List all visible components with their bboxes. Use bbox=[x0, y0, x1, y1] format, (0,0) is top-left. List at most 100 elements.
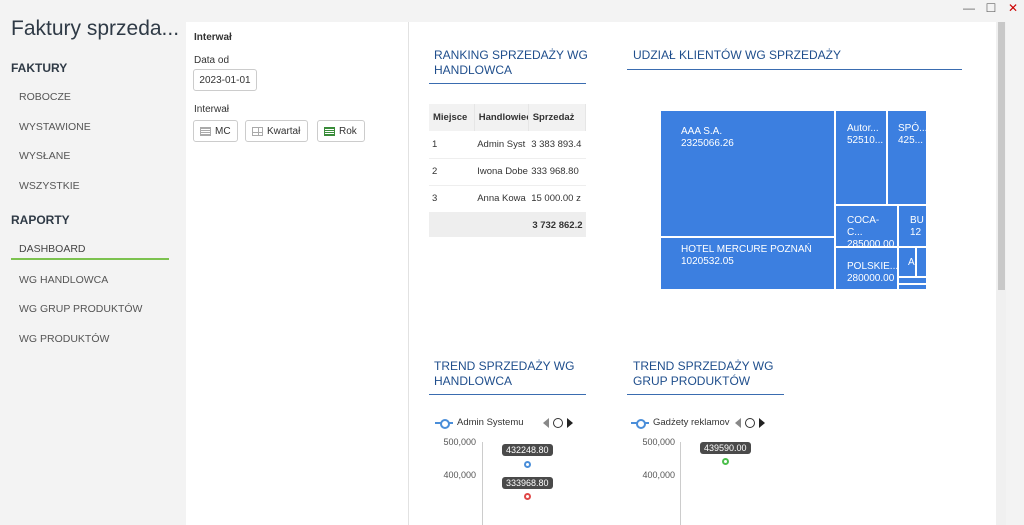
table-total-cell: 3 732 862.2 bbox=[429, 212, 586, 237]
y-tick-label: 400,000 bbox=[443, 470, 476, 480]
tile-name: AAA S.A. bbox=[681, 126, 723, 137]
chevron-right-icon[interactable] bbox=[759, 417, 765, 428]
y-tick-label: 400,000 bbox=[642, 470, 675, 480]
nav-item-dashboard[interactable]: DASHBOARD bbox=[11, 238, 169, 260]
treemap-tile[interactable]: Autor... 52510... bbox=[835, 110, 887, 205]
trend-handlowca-title-line1: TREND SPRZEDAŻY WG bbox=[434, 359, 575, 373]
treemap-tile[interactable]: A bbox=[898, 247, 916, 277]
ranking-title: RANKING SPRZEDAŻY WG HANDLOWCA bbox=[434, 48, 588, 78]
trend-handlowca-title: TREND SPRZEDAŻY WG HANDLOWCA bbox=[434, 359, 574, 389]
maximize-button[interactable]: ☐ bbox=[980, 0, 1002, 18]
treemap-tile-small[interactable] bbox=[898, 277, 927, 284]
ranking-title-rule bbox=[429, 83, 586, 84]
ranking-title-line1: RANKING SPRZEDAŻY WG bbox=[434, 48, 588, 62]
nav-item-wg-grup-produktow[interactable]: WG GRUP PRODUKTÓW bbox=[11, 298, 169, 320]
month-button[interactable]: MC bbox=[193, 120, 238, 142]
tile-name: POLSKIE... bbox=[847, 261, 898, 272]
table-total-row: 3 732 862.2 bbox=[429, 212, 586, 237]
data-point[interactable] bbox=[523, 493, 531, 501]
trend-grup-title-rule bbox=[627, 394, 784, 395]
quarter-icon bbox=[252, 126, 263, 136]
date-from-input[interactable]: 2023-01-01 bbox=[193, 69, 257, 91]
date-from-label: Data od bbox=[194, 55, 230, 66]
table-cell: 3 bbox=[429, 185, 475, 213]
series-marker-icon bbox=[435, 418, 453, 429]
raporty-section-header: RAPORTY bbox=[11, 213, 70, 227]
year-button[interactable]: Rok bbox=[317, 120, 365, 142]
tile-name: SPÓ... bbox=[898, 123, 927, 134]
nav-item-wyslane[interactable]: WYSŁANE bbox=[11, 145, 169, 167]
trend-grup-title-line1: TREND SPRZEDAŻY WG bbox=[633, 359, 774, 373]
trend-handlowca-title-rule bbox=[429, 394, 586, 395]
legend-series-label[interactable]: Admin Systemu bbox=[457, 417, 539, 428]
tile-name: Autor... bbox=[847, 123, 879, 134]
table-row[interactable]: 1 Admin Syst 3 383 893.4 bbox=[429, 131, 586, 159]
ranking-title-line2: HANDLOWCA bbox=[434, 63, 513, 77]
nav-item-wg-produktow[interactable]: WG PRODUKTÓW bbox=[11, 328, 169, 350]
table-cell: Admin Syst bbox=[474, 131, 529, 159]
tile-value: 52510... bbox=[847, 135, 884, 146]
table-header-row: Miejsce Handlowiec Sprzedaż bbox=[429, 104, 586, 131]
data-label: 432248.80 bbox=[502, 444, 553, 457]
window-controls: — ☐ ✕ bbox=[958, 0, 1024, 18]
quarter-button-label: Kwartał bbox=[267, 125, 301, 137]
data-label: 333968.80 bbox=[502, 476, 553, 489]
treemap-tile-small[interactable] bbox=[916, 247, 927, 277]
chevron-left-icon[interactable] bbox=[735, 417, 741, 428]
year-calendar-icon bbox=[324, 126, 335, 136]
trend-grup-legend: Gadżety reklamov bbox=[631, 417, 765, 429]
faktury-section-header: FAKTURY bbox=[11, 61, 68, 75]
tile-name: COCA-C... bbox=[847, 215, 880, 238]
vertical-scrollbar[interactable] bbox=[996, 22, 1006, 525]
clients-share-title-rule bbox=[627, 69, 962, 70]
column-header-sprzedaz[interactable]: Sprzedaż bbox=[528, 104, 586, 131]
tile-value: 12 bbox=[910, 227, 922, 238]
column-header-handlowiec[interactable]: Handlowiec bbox=[474, 104, 529, 131]
nav-item-wszystkie[interactable]: WSZYSTKIE bbox=[11, 175, 169, 197]
nav-item-wystawione[interactable]: WYSTAWIONE bbox=[11, 116, 169, 138]
window-edge bbox=[1006, 0, 1024, 525]
data-point[interactable] bbox=[523, 460, 531, 468]
scrollbar-thumb[interactable] bbox=[998, 22, 1005, 290]
tile-value: 2325066.26 bbox=[681, 138, 734, 149]
trend-handlowca-title-line2: HANDLOWCA bbox=[434, 374, 513, 388]
treemap-tile[interactable]: HOTEL MERCURE POZNAŃ 1020532.05 bbox=[660, 237, 835, 290]
sidebar: Faktury sprzeda... FAKTURY ROBOCZE WYSTA… bbox=[0, 0, 186, 525]
treemap-tile-small[interactable] bbox=[898, 284, 927, 290]
quarter-button[interactable]: Kwartał bbox=[245, 120, 308, 142]
interwal-label: Interwał bbox=[194, 104, 230, 115]
y-axis-line bbox=[482, 442, 483, 525]
nav-item-wg-handlowca[interactable]: WG HANDLOWCA bbox=[11, 269, 169, 291]
chevron-right-icon[interactable] bbox=[567, 417, 573, 428]
treemap-tile[interactable]: COCA-C... 285000.00 bbox=[835, 205, 898, 247]
nav-item-robocze[interactable]: ROBOCZE bbox=[11, 86, 169, 108]
close-button[interactable]: ✕ bbox=[1002, 0, 1024, 18]
treemap-tile[interactable]: SPÓ... 425... bbox=[887, 110, 927, 205]
trend-grup-title: TREND SPRZEDAŻY WG GRUP PRODUKTÓW bbox=[633, 359, 773, 389]
trend-handlowca-legend: Admin Systemu bbox=[435, 417, 573, 429]
clock-icon[interactable] bbox=[553, 417, 563, 428]
data-point[interactable] bbox=[721, 458, 729, 466]
tile-name: A bbox=[908, 257, 915, 268]
year-button-label: Rok bbox=[339, 125, 357, 137]
table-row[interactable]: 2 Iwona Dobe 333 968.80 bbox=[429, 158, 586, 186]
treemap-tile[interactable]: AAA S.A. 2325066.26 bbox=[660, 110, 835, 237]
table-cell: 3 383 893.4 bbox=[528, 131, 586, 159]
chevron-left-icon[interactable] bbox=[543, 417, 549, 428]
tile-name: HOTEL MERCURE POZNAŃ bbox=[681, 244, 812, 255]
legend-series-label[interactable]: Gadżety reklamov bbox=[653, 417, 731, 428]
treemap-tile[interactable]: BU 12 bbox=[898, 205, 927, 247]
calendar-icon bbox=[200, 126, 211, 136]
treemap-tile[interactable]: POLSKIE... 280000.00 bbox=[835, 247, 898, 290]
tile-name: BU bbox=[910, 215, 924, 226]
table-row[interactable]: 3 Anna Kowa 15 000.00 z bbox=[429, 185, 586, 213]
table-cell: 1 bbox=[429, 131, 475, 159]
table-cell: 2 bbox=[429, 158, 475, 186]
clock-icon[interactable] bbox=[745, 417, 755, 428]
column-header-miejsce[interactable]: Miejsce bbox=[429, 104, 475, 131]
series-marker-icon bbox=[631, 418, 649, 429]
table-cell: Iwona Dobe bbox=[474, 158, 529, 186]
tile-value: 1020532.05 bbox=[681, 256, 734, 267]
minimize-button[interactable]: — bbox=[958, 0, 980, 18]
app-title: Faktury sprzeda... bbox=[11, 17, 180, 40]
